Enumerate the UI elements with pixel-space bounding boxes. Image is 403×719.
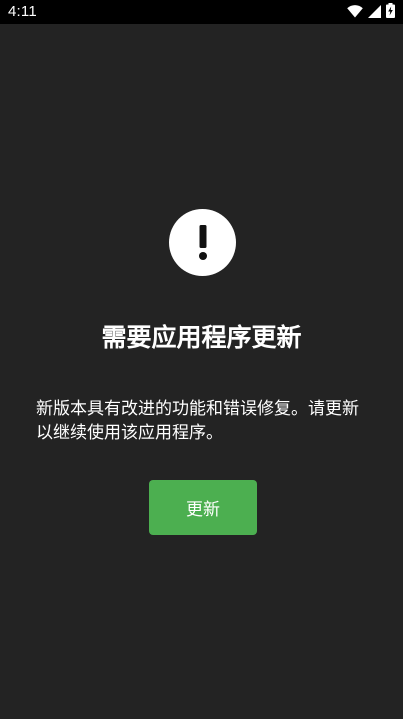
cellular-signal-icon [368, 3, 381, 22]
status-icons [347, 2, 395, 22]
wifi-icon [347, 3, 363, 22]
update-required-screen: 需要应用程序更新 新版本具有改进的功能和错误修复。请更新以继续使用该应用程序。 … [0, 24, 403, 719]
dialog-title: 需要应用程序更新 [101, 323, 302, 352]
update-button[interactable]: 更新 [149, 480, 257, 535]
battery-charging-icon [386, 2, 395, 22]
exclamation-icon [169, 209, 236, 276]
status-time: 4:11 [8, 3, 37, 20]
dialog-description: 新版本具有改进的功能和错误修复。请更新以继续使用该应用程序。 [36, 399, 359, 443]
status-bar: 4:11 [0, 0, 403, 24]
